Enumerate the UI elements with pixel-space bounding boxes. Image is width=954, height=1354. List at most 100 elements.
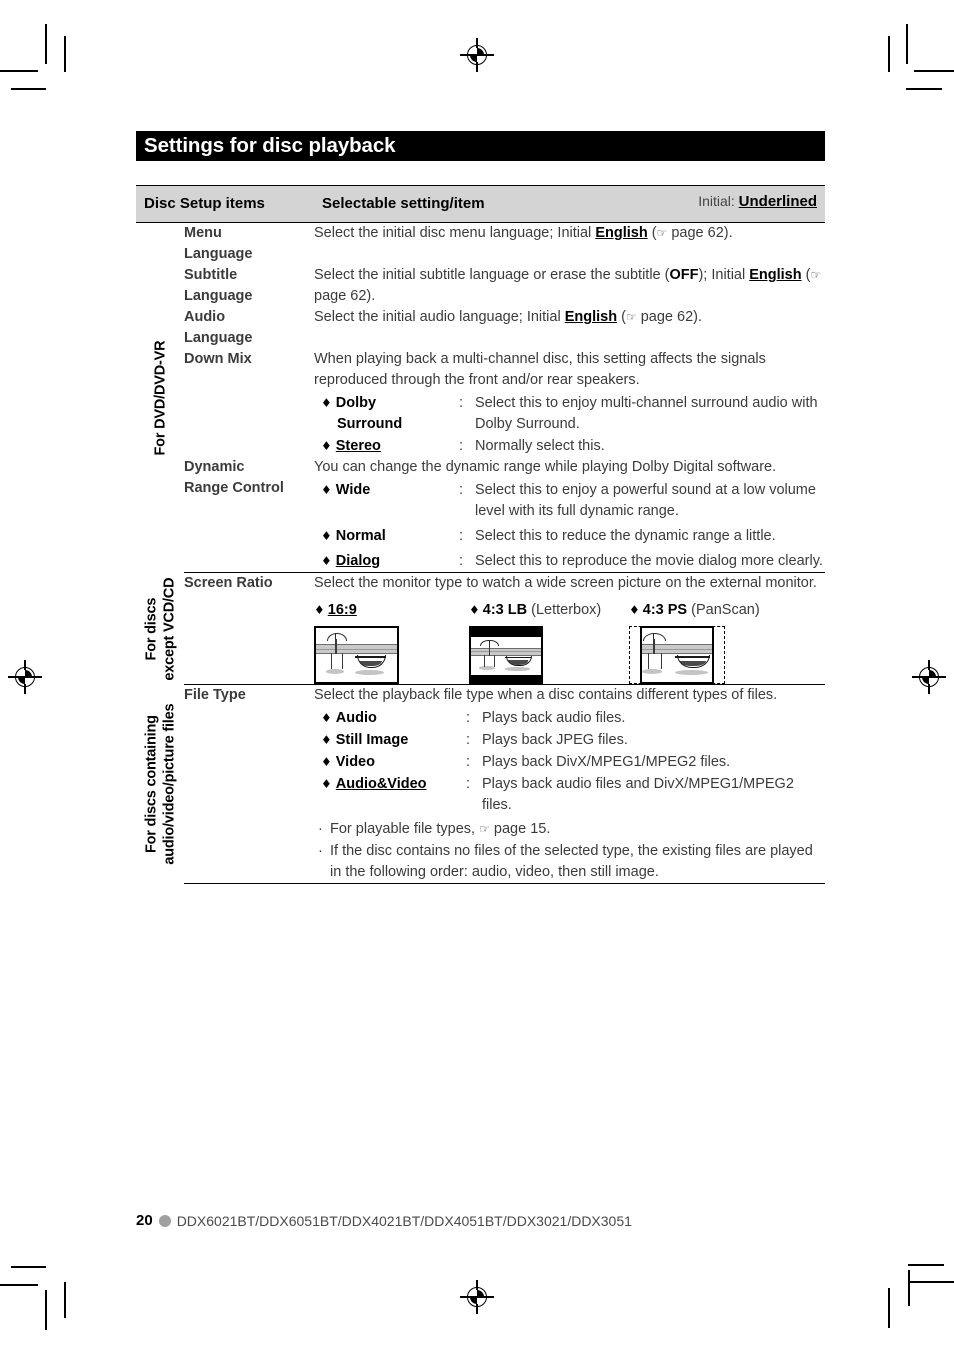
crop-mark-bottom-left-h [0, 1284, 38, 1286]
page-reference: page 62). [314, 288, 376, 305]
option-label: ♦ Dialog [314, 551, 459, 572]
setting-name-screen-ratio: Screen Ratio [184, 572, 314, 686]
option-description: Plays back audio files. [482, 710, 626, 727]
diamond-bullet-icon: ♦ [629, 603, 640, 618]
initial-underlined-value: Underlined [738, 193, 817, 210]
crop-mark-bottom-right-h [910, 1281, 954, 1283]
illustration-4-3-lb-wrap [469, 626, 629, 685]
option-row: ♦ Still Image : Plays back JPEG files. [314, 730, 825, 751]
option-list-file-type: ♦ Audio : Plays back audio files. ♦ Still … [314, 708, 825, 816]
option-colon: : [466, 754, 471, 771]
option-label-text: Audio&Video [335, 776, 427, 793]
option-row: ♦ Audio&Video : Plays back audio files an… [314, 774, 825, 816]
diamond-bullet-icon: ♦ [321, 777, 332, 792]
diamond-bullet-icon: ♦ [321, 396, 332, 411]
group-label-audio-video-picture: For discs containing audio/video/picture … [136, 684, 184, 884]
diamond-bullet-icon: ♦ [321, 711, 332, 726]
desc-text: ( [617, 309, 626, 326]
table-row: Subtitle Language Select the initial sub… [136, 265, 825, 307]
desc-default-value: English [564, 309, 618, 326]
setting-name-line: Language [184, 246, 253, 263]
option-description: Normally select this. [475, 438, 605, 455]
option-row: ♦ Dolby Surround : Select this to enjoy m… [314, 393, 825, 435]
diamond-bullet-icon: ♦ [321, 554, 332, 569]
option-colon: : [459, 395, 464, 412]
note-text: If the disc contains no files of the sel… [330, 843, 813, 881]
setting-name-line: Dynamic [184, 459, 245, 476]
crop-mark-top-left-h [0, 70, 38, 72]
setting-desc-screen-ratio: Select the monitor type to watch a wide … [314, 572, 825, 686]
header-initial-note: Initial: Underlined [698, 191, 817, 213]
setting-name-line: Audio [184, 309, 226, 326]
header-cell-disc-setup-items: Disc Setup items [136, 185, 314, 223]
option-row: ♦ Dialog : Select this to reproduce the m… [314, 551, 825, 572]
page-reference: page 62). [636, 309, 703, 326]
option-colon: : [466, 710, 471, 727]
desc-text: You can change the dynamic range while p… [314, 459, 777, 476]
desc-text: Select the playback file type when a dis… [314, 687, 778, 704]
beach-scene-icon [642, 628, 712, 683]
table-row: For discs except VCD/CD Screen Ratio Sele… [136, 572, 825, 686]
option-label: ♦ Video [314, 752, 466, 773]
pointing-hand-icon: ☞ [656, 226, 668, 240]
option-colon: : [459, 553, 464, 570]
note-item: · If the disc contains no files of the s… [314, 841, 825, 883]
setting-desc-subtitle-language: Select the initial subtitle language or … [314, 265, 825, 307]
group-label-line: For discs containing [142, 715, 159, 854]
screen-ratio-illustrations [314, 626, 825, 685]
table-row: For DVD/DVD-VR Menu Language Select the … [136, 222, 825, 573]
crop-mark-bottom-right-h2 [908, 1264, 944, 1266]
option-colon: : [459, 528, 464, 545]
setting-name-menu-language: Menu Language [184, 223, 314, 266]
group-label-line: For discs [142, 597, 159, 661]
page-reference: page 62). [667, 225, 733, 241]
illustration-16-9-frame [314, 626, 399, 685]
crop-mark-top-right-v [906, 24, 908, 64]
option-description: Select this to reduce the dynamic range … [475, 528, 776, 545]
ratio-option-4-3-lb: ♦ 4:3 LB (Letterbox) [469, 600, 629, 621]
option-label: ♦ Stereo [314, 436, 459, 457]
pointing-hand-icon: ☞ [810, 268, 822, 283]
note-text-pre: For playable file types, [330, 821, 480, 838]
option-label-text: Audio [335, 710, 377, 727]
desc-text: Select the monitor type to watch a wide … [314, 575, 817, 592]
desc-text: Select the initial subtitle language or … [314, 267, 670, 284]
option-label: ♦ Still Image [314, 730, 466, 751]
page-number: 20 [136, 1212, 153, 1229]
setting-name-line: Subtitle [184, 267, 238, 284]
desc-off-value: OFF [669, 267, 699, 284]
model-list: DDX6021BT/DDX6051BT/DDX4021BT/DDX4051BT/… [176, 1212, 632, 1229]
option-colon: : [459, 438, 464, 455]
option-label: ♦ Wide [314, 480, 459, 501]
group-label-line: audio/video/picture files [161, 703, 178, 865]
ratio-name: 4:3 LB [482, 602, 528, 619]
illustration-4-3-ps-wrap [629, 626, 825, 685]
option-list-dynamic-range: ♦ Wide : Select this to enjoy a powerful … [314, 480, 825, 572]
desc-text: When playing back a multi-channel disc, … [314, 351, 766, 389]
group-label-except-vcd-cd: For discs except VCD/CD [136, 572, 184, 685]
page-reference: page 15. [489, 821, 551, 838]
option-description: Select this to reproduce the movie dialo… [475, 553, 823, 570]
note-bullet: · [318, 843, 323, 860]
table-row: Down Mix When playing back a multi-chann… [136, 349, 825, 457]
setting-desc-dynamic-range-control: You can change the dynamic range while p… [314, 457, 825, 574]
note-text: For playable file types, ☞ page 15. [330, 819, 825, 840]
option-label-text: Still Image [335, 732, 409, 749]
option-label: ♦ Audio [314, 708, 466, 729]
option-row: ♦ Stereo : Normally select this. [314, 436, 825, 457]
crop-mark-bottom-right-v [888, 1288, 890, 1328]
setting-name-subtitle-language: Subtitle Language [184, 265, 314, 307]
option-label-text: Wide [335, 482, 371, 499]
registration-mark-left [8, 660, 42, 694]
ratio-name: 16:9 [327, 602, 357, 619]
option-label-text: Dolby [335, 395, 377, 412]
setting-name-line: Language [184, 330, 253, 347]
crop-mark-bottom-left-v [45, 1290, 47, 1330]
crop-mark-bottom-left-h2 [11, 1266, 46, 1268]
desc-text: ( [647, 225, 657, 241]
setting-name-line: Down Mix [184, 351, 252, 368]
disc-setup-table: Disc Setup items Selectable setting/item… [136, 185, 825, 885]
illustration-4-3-ps-frame [640, 626, 714, 685]
beach-scene-icon [316, 628, 397, 683]
option-description: Plays back audio files and DivX/MPEG1/MP… [482, 776, 794, 814]
